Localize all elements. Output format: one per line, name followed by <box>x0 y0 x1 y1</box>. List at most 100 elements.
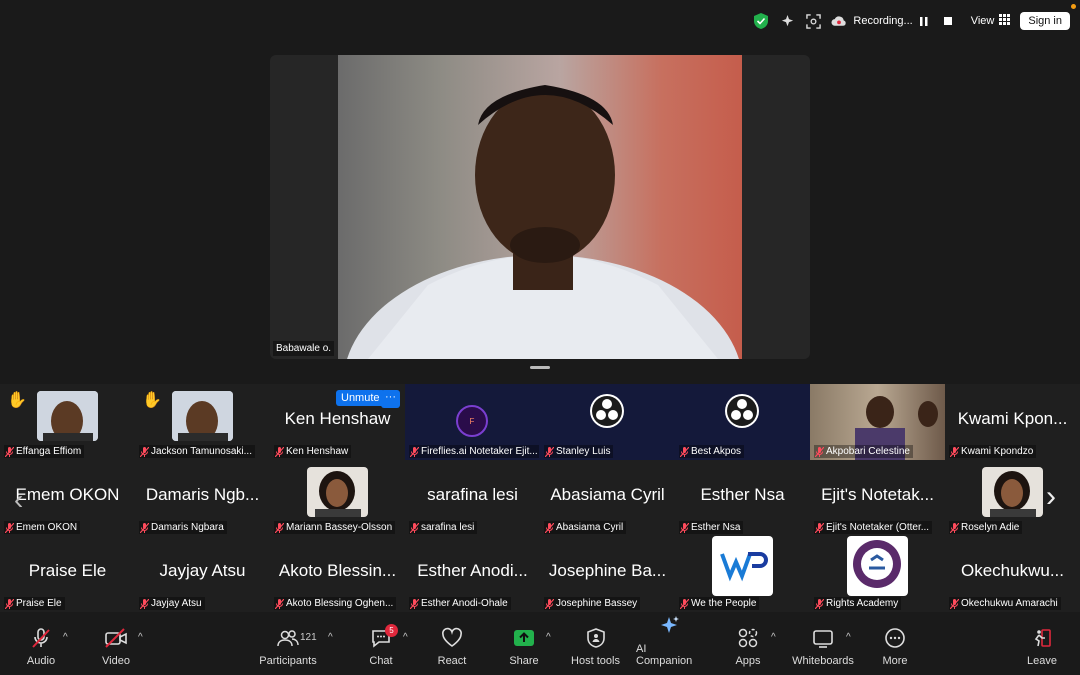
top-bar: Recording... View Sign in <box>753 8 1070 34</box>
participant-tile[interactable]: Damaris Ngb... Damaris Ngbara <box>135 460 270 536</box>
participant-tile[interactable]: Josephine Ba... Josephine Bassey <box>540 536 675 612</box>
participant-tile[interactable]: Best Akpos <box>675 384 810 460</box>
speaker-video <box>338 55 742 359</box>
ai-sparkle-icon[interactable] <box>779 13 795 29</box>
participant-name-label: Fireflies.ai Notetaker Ejit... <box>409 445 539 458</box>
view-button[interactable]: View <box>971 14 1011 28</box>
participant-tile[interactable]: We the People <box>675 536 810 612</box>
stop-icon[interactable] <box>943 16 953 26</box>
participants-options-caret[interactable]: ^ <box>328 632 333 643</box>
participant-tile[interactable]: Akoto Blessin... Akoto Blessing Oghen... <box>270 536 405 612</box>
participant-tile[interactable]: Ejit's Notetak... Ejit's Notetaker (Otter… <box>810 460 945 536</box>
participant-name-label: sarafina lesi <box>409 521 478 534</box>
participant-display-name: Praise Ele <box>28 561 107 580</box>
participant-name: Kwami Kpondzo <box>961 446 1034 457</box>
active-speaker-tile[interactable]: Babawale o. <box>270 55 810 359</box>
participant-name-label: Mariann Bassey-Olsson <box>274 521 396 534</box>
participant-tile[interactable]: Mariann Bassey-Olsson <box>270 460 405 536</box>
participant-name-label: Josephine Bassey <box>544 597 641 610</box>
mic-muted-icon <box>950 446 959 457</box>
participant-tile[interactable]: ✋ Jackson Tamunosaki... <box>135 384 270 460</box>
grid-icon <box>999 14 1011 28</box>
participant-tile[interactable]: Jayjay Atsu Jayjay Atsu <box>135 536 270 612</box>
participant-tile[interactable]: Okechukwu... Okechukwu Amarachi <box>945 536 1080 612</box>
participant-tile[interactable]: ✋ Effanga Effiom <box>0 384 135 460</box>
react-button[interactable]: React <box>436 612 468 675</box>
audio-button[interactable]: Audio <box>20 612 62 675</box>
participant-display-name: Ejit's Notetak... <box>821 485 934 504</box>
participant-name: Okechukwu Amarachi <box>961 598 1058 609</box>
chat-options-caret[interactable]: ^ <box>403 632 408 643</box>
participant-name-label: Esther Anodi-Ohale <box>409 597 511 610</box>
video-options-caret[interactable]: ^ <box>138 632 143 643</box>
participant-display-name: Josephine Ba... <box>548 561 667 580</box>
whiteboards-label: Whiteboards <box>792 655 854 667</box>
pause-icon[interactable] <box>919 16 929 26</box>
participant-name-label: Roselyn Adie <box>949 521 1023 534</box>
more-icon <box>885 628 905 648</box>
apps-label: Apps <box>735 655 761 667</box>
apps-options-caret[interactable]: ^ <box>771 632 776 643</box>
host-tools-label: Host tools <box>571 655 620 667</box>
obs-logo-icon <box>725 394 759 428</box>
audio-options-caret[interactable]: ^ <box>63 632 68 643</box>
leave-label: Leave <box>1027 655 1057 667</box>
share-options-caret[interactable]: ^ <box>546 632 551 643</box>
video-button[interactable]: Video <box>96 612 136 675</box>
chat-button[interactable]: Chat 5 <box>366 612 398 675</box>
whiteboards-button[interactable]: Whiteboards <box>792 612 854 675</box>
participant-tile[interactable]: Kwami Kpon... Kwami Kpondzo <box>945 384 1080 460</box>
participants-button[interactable]: Participants 121 <box>258 612 318 675</box>
recording-indicator[interactable]: Recording... <box>831 13 952 29</box>
whiteboards-options-caret[interactable]: ^ <box>846 632 851 643</box>
sign-in-button[interactable]: Sign in <box>1020 12 1070 30</box>
participant-tile[interactable]: Roselyn Adie <box>945 460 1080 536</box>
participant-tile[interactable]: Akpobari Celestine <box>810 384 945 460</box>
mic-muted-icon <box>545 522 554 533</box>
host-shield-icon <box>586 628 605 648</box>
participant-name-label: We the People <box>679 597 760 610</box>
resize-handle[interactable] <box>530 366 550 369</box>
share-screen-icon <box>514 630 534 646</box>
participant-tile[interactable]: Rights Academy <box>810 536 945 612</box>
participant-tile[interactable]: Praise Ele Praise Ele <box>0 536 135 612</box>
participant-name: Jayjay Atsu <box>151 598 202 609</box>
shield-check-icon[interactable] <box>753 13 769 29</box>
ai-companion-label: AI Companion <box>636 643 693 667</box>
more-button[interactable]: More <box>880 612 910 675</box>
participant-tile[interactable]: F Fireflies.ai Notetaker Ejit... <box>405 384 540 460</box>
unmute-button[interactable]: Unmute <box>336 390 385 406</box>
participant-tile[interactable]: Stanley Luis <box>540 384 675 460</box>
we-the-people-logo <box>712 536 773 596</box>
apps-icon <box>738 628 758 648</box>
mic-muted-icon <box>410 446 419 457</box>
host-tools-button[interactable]: Host tools <box>568 612 623 675</box>
participant-name: Praise Ele <box>16 598 62 609</box>
focus-icon[interactable] <box>805 13 821 29</box>
mic-muted-icon <box>950 522 959 533</box>
participant-display-name: Jayjay Atsu <box>159 561 246 580</box>
participant-display-name: Akoto Blessin... <box>278 561 397 580</box>
ai-companion-button[interactable]: AI Companion <box>636 612 704 675</box>
leave-button[interactable]: Leave <box>1026 612 1058 675</box>
gallery-prev-arrow[interactable]: ‹ <box>14 484 23 516</box>
participant-name-label: Praise Ele <box>4 597 65 610</box>
tile-more-button[interactable]: ··· <box>381 390 400 408</box>
avatar <box>307 467 368 517</box>
participant-tile[interactable]: Esther Anodi... Esther Anodi-Ohale <box>405 536 540 612</box>
participant-name: Mariann Bassey-Olsson <box>286 522 393 533</box>
participant-tile[interactable]: Esther Nsa Esther Nsa <box>675 460 810 536</box>
participant-display-name: Damaris Ngb... <box>145 485 260 504</box>
participant-tile[interactable]: sarafina lesi sarafina lesi <box>405 460 540 536</box>
participant-name-label: Rights Academy <box>814 597 902 610</box>
share-button[interactable]: Share <box>508 612 540 675</box>
participant-name-label: Ejit's Notetaker (Otter... <box>814 521 933 534</box>
participant-tile[interactable]: Abasiama Cyril Abasiama Cyril <box>540 460 675 536</box>
participant-name: Akpobari Celestine <box>826 446 910 457</box>
apps-button[interactable]: Apps <box>733 612 763 675</box>
mic-muted-icon <box>950 598 959 609</box>
participant-name-label: Akoto Blessing Oghen... <box>274 597 397 610</box>
gallery-next-arrow[interactable]: › <box>1046 480 1056 514</box>
participant-name: Emem OKON <box>16 522 78 533</box>
audio-label: Audio <box>26 655 56 667</box>
